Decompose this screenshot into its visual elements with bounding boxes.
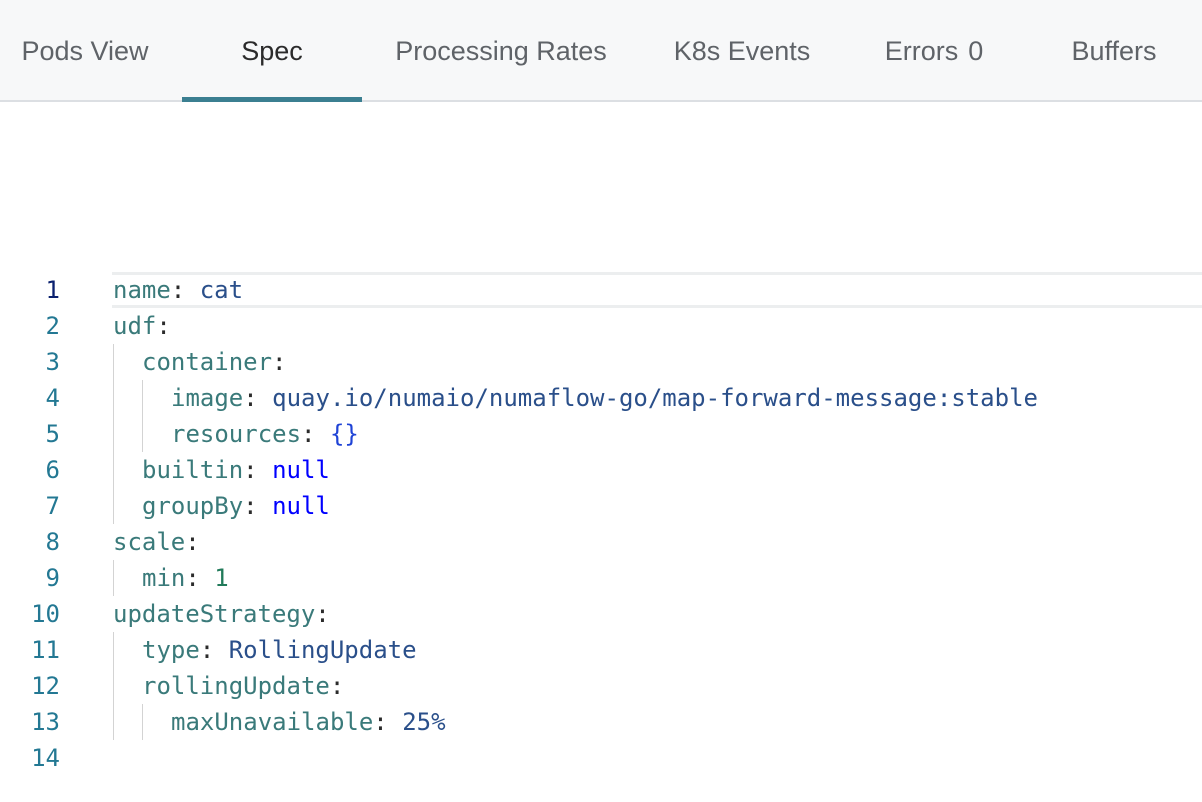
tab-processing-rates[interactable]: Processing Rates <box>374 0 628 102</box>
code-text: container: <box>142 344 287 380</box>
yaml-colon: : <box>329 672 345 700</box>
line-number: 12 <box>31 672 60 700</box>
tab-label: Pods View <box>21 35 149 66</box>
yaml-colon: : <box>315 600 330 628</box>
spec-yaml-editor[interactable]: 1 name: cat 2 udf: 3 container: 4 image: quay.i… <box>0 272 1202 782</box>
code-line: 9 min: 1 <box>0 560 1202 596</box>
yaml-colon: : <box>243 384 258 412</box>
tab-buffers[interactable]: Buffers <box>1040 0 1188 102</box>
line-number: 14 <box>31 744 60 772</box>
yaml-key: updateStrategy <box>113 600 316 628</box>
code-text: min: 1 <box>142 560 229 596</box>
code-line: 10 updateStrategy: <box>0 596 1202 632</box>
line-number: 8 <box>45 528 60 556</box>
yaml-colon: : <box>301 420 316 448</box>
tab-label: Processing Rates <box>395 35 607 66</box>
code-line: 11 type: RollingUpdate <box>0 632 1202 668</box>
yaml-colon: : <box>243 456 258 484</box>
code-text: image: quay.io/numaio/numaflow-go/map-fo… <box>171 380 1038 416</box>
code-text: udf: <box>113 308 171 344</box>
active-tab-indicator <box>182 97 362 102</box>
code-line: 5 resources: {} <box>0 416 1202 452</box>
yaml-key: container <box>142 348 273 376</box>
code-text: groupBy: null <box>142 488 330 524</box>
tab-label: Buffers <box>1071 35 1157 66</box>
line-number: 9 <box>45 564 60 592</box>
code-text: maxUnavailable: 25% <box>171 704 446 740</box>
yaml-key: rollingUpdate <box>142 672 330 700</box>
line-number: 5 <box>45 420 60 448</box>
yaml-colon: : <box>170 276 186 304</box>
yaml-key: resources <box>171 420 302 448</box>
line-number: 3 <box>45 348 60 376</box>
line-number: 7 <box>45 492 60 520</box>
tab-errors[interactable]: Errors 0 <box>856 0 1012 102</box>
tab-label: K8s Events <box>673 35 811 66</box>
yaml-colon: : <box>373 708 388 736</box>
yaml-value: quay.io/numaio/numaflow-go/map-forward-m… <box>272 384 1038 412</box>
yaml-value: RollingUpdate <box>228 636 417 664</box>
code-line: 3 container: <box>0 344 1202 380</box>
code-line: 13 maxUnavailable: 25% <box>0 704 1202 740</box>
yaml-key: scale <box>113 528 186 556</box>
yaml-value: null <box>272 456 330 484</box>
line-number: 11 <box>31 636 60 664</box>
yaml-key: min <box>142 564 186 592</box>
yaml-colon: : <box>272 348 287 376</box>
yaml-key: name <box>113 276 171 304</box>
code-line: 6 builtin: null <box>0 452 1202 488</box>
code-line: 1 name: cat <box>0 272 1202 308</box>
yaml-value: 1 <box>214 564 229 592</box>
line-number: 13 <box>31 708 60 736</box>
tab-spec[interactable]: Spec <box>182 0 362 102</box>
tab-label: Errors <box>884 35 959 66</box>
code-text: type: RollingUpdate <box>142 632 417 668</box>
errors-count-badge: 0 <box>968 35 984 66</box>
code-text: resources: {} <box>171 416 359 452</box>
yaml-colon: : <box>243 492 258 520</box>
code-text: updateStrategy: <box>113 596 330 632</box>
code-text: scale: <box>113 524 200 560</box>
line-number: 4 <box>45 384 60 412</box>
yaml-colon: : <box>156 312 171 340</box>
yaml-key: groupBy <box>142 492 244 520</box>
yaml-key: udf <box>113 312 157 340</box>
code-text: name: cat <box>113 272 243 308</box>
code-text: rollingUpdate: <box>142 668 344 704</box>
yaml-value: 25% <box>402 708 446 736</box>
yaml-colon: : <box>199 636 215 664</box>
yaml-value: {} <box>329 420 359 448</box>
line-number: 1 <box>45 276 60 304</box>
line-number: 10 <box>31 600 60 628</box>
yaml-key: image <box>171 384 244 412</box>
tab-pods-view[interactable]: Pods View <box>0 0 170 102</box>
code-text: builtin: null <box>142 452 330 488</box>
yaml-colon: : <box>185 528 200 556</box>
tab-label: Spec <box>241 35 303 66</box>
code-line: 14 <box>0 740 1202 776</box>
line-number: 6 <box>45 456 60 484</box>
yaml-value: null <box>272 492 330 520</box>
tab-k8s-events[interactable]: K8s Events <box>652 0 832 102</box>
tab-bar: Pods View Spec Processing Rates K8s Even… <box>0 0 1202 102</box>
line-number: 2 <box>45 312 60 340</box>
code-line: 12 rollingUpdate: <box>0 668 1202 704</box>
yaml-key: maxUnavailable <box>171 708 374 736</box>
yaml-value: cat <box>199 276 244 304</box>
code-line: 8 scale: <box>0 524 1202 560</box>
code-line: 2 udf: <box>0 308 1202 344</box>
yaml-colon: : <box>185 564 200 592</box>
yaml-key: builtin <box>142 456 244 484</box>
yaml-key: type <box>142 636 200 664</box>
code-line: 4 image: quay.io/numaio/numaflow-go/map-f… <box>0 380 1202 416</box>
code-line: 7 groupBy: null <box>0 488 1202 524</box>
